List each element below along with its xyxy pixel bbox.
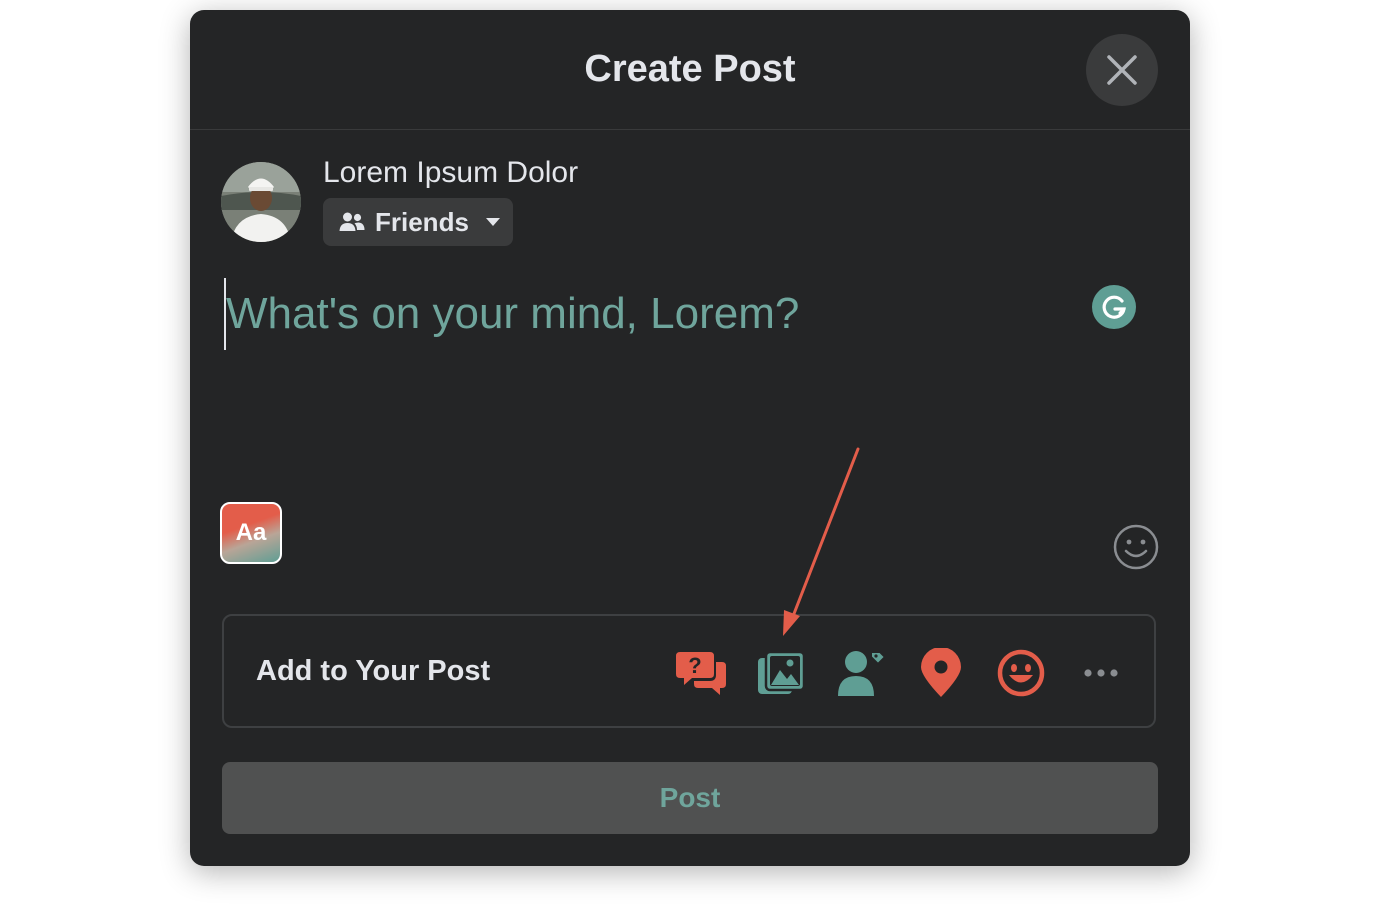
dialog-header: Create Post	[190, 10, 1190, 130]
close-icon	[1107, 55, 1137, 85]
close-button[interactable]	[1086, 34, 1158, 106]
post-text-input[interactable]	[224, 278, 1048, 350]
text-background-button[interactable]: Aa	[220, 502, 282, 564]
location-pin-icon	[921, 648, 961, 697]
audience-selector[interactable]: Friends	[323, 198, 513, 246]
dialog-title: Create Post	[584, 48, 796, 90]
tag-people-icon	[838, 651, 886, 696]
add-to-post-bar: Add to Your Post ?	[222, 614, 1156, 728]
post-button[interactable]: Post	[222, 762, 1158, 834]
more-icon	[1084, 669, 1118, 677]
grammarly-button[interactable]	[1092, 285, 1136, 329]
smiley-icon	[1113, 524, 1159, 570]
photo-video-icon	[758, 650, 806, 694]
user-avatar-photo	[221, 162, 301, 242]
text-format-label: Aa	[235, 519, 267, 546]
ask-question-button[interactable]: ?	[676, 648, 726, 698]
photo-video-button[interactable]	[756, 648, 806, 698]
feeling-emoji-icon	[997, 649, 1045, 697]
more-options-button[interactable]	[1076, 648, 1126, 698]
grammarly-icon	[1102, 295, 1126, 319]
check-in-button[interactable]	[916, 648, 966, 698]
emoji-picker-button[interactable]	[1112, 523, 1160, 571]
feeling-activity-button[interactable]	[996, 648, 1046, 698]
question-chat-icon: ?	[676, 652, 726, 695]
author-name[interactable]: Lorem Ipsum Dolor	[323, 155, 578, 191]
caret-down-icon	[485, 218, 500, 226]
avatar	[221, 162, 301, 242]
svg-text:?: ?	[688, 653, 701, 678]
create-post-dialog: Create Post Lorem Ipsum Dolor Friends Wh…	[190, 10, 1190, 866]
tag-people-button[interactable]	[836, 648, 886, 698]
audience-label: Friends	[375, 206, 469, 237]
add-to-post-label: Add to Your Post	[256, 655, 491, 687]
friends-icon	[339, 212, 365, 231]
